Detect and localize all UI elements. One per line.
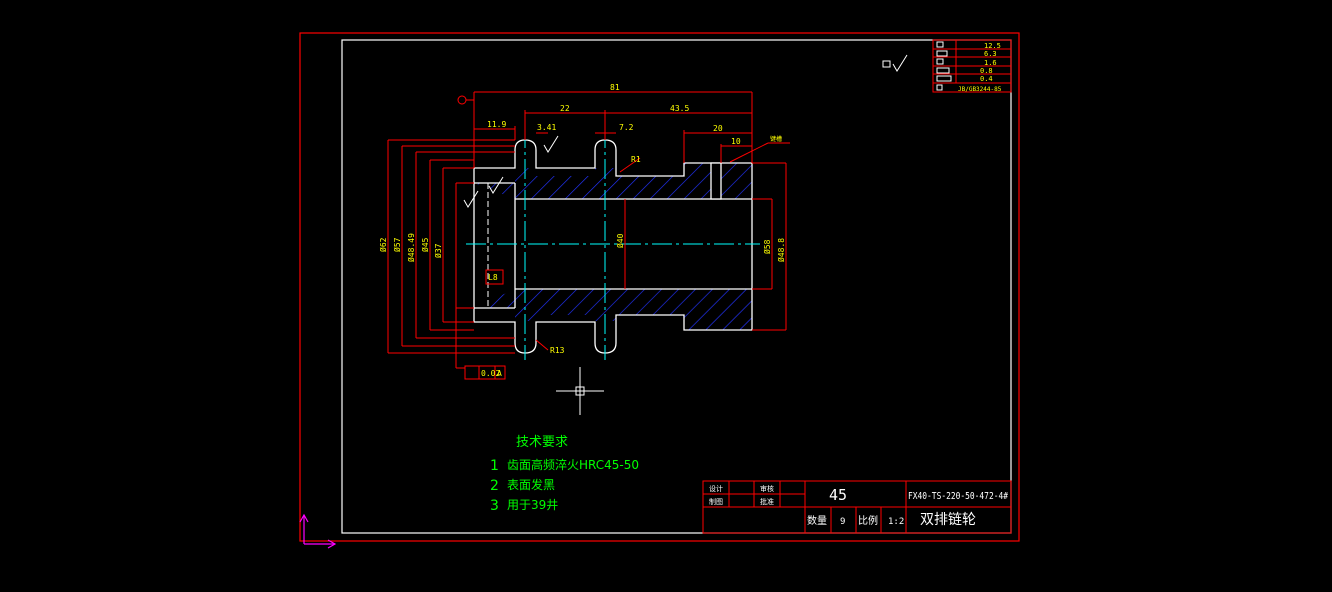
dim-20: 20 — [713, 124, 723, 133]
tech-req-2-num: 2 — [490, 478, 499, 494]
dim-43-5: 43.5 — [670, 104, 689, 113]
rough-val-4: 0.8 — [980, 67, 993, 75]
dim-dia62: Ø62 — [378, 237, 388, 252]
dim-7-2: 7.2 — [619, 123, 634, 132]
tech-req-1-text: 齿面高频淬火HRC45-50 — [507, 457, 639, 472]
dim-dia48-8: Ø48.8 — [776, 238, 786, 262]
drawing-frame — [299, 32, 1020, 542]
dim-dia57: Ø57 — [392, 237, 402, 252]
dimension-texts: 81 22 43.5 11.9 3.41 7.2 20 10 R1 R13 L8… — [378, 83, 786, 378]
section-hatching — [474, 163, 752, 330]
tech-req-3-text: 用于39井 — [507, 498, 558, 512]
cad-drawing-canvas[interactable]: 81 22 43.5 11.9 3.41 7.2 20 10 R1 R13 L8… — [0, 0, 1332, 592]
roughness-table: 12.5 6.3 1.6 0.8 0.4 JB/GB3244-85 — [932, 39, 1012, 93]
tech-req-3-num: 3 — [490, 498, 499, 514]
dim-r13: R13 — [550, 346, 565, 355]
rough-val-2: 6.3 — [984, 50, 997, 58]
dim-dia37: Ø37 — [433, 243, 443, 258]
keyway — [710, 162, 722, 200]
dim-dia45: Ø45 — [420, 237, 430, 252]
tb-qty-value: 9 — [840, 517, 845, 527]
tb-design: 设计 — [709, 484, 723, 493]
tb-part-name: 双排链轮 — [920, 512, 976, 528]
tb-draw: 制图 — [709, 497, 723, 506]
tb-qty-label: 数量 — [807, 514, 827, 527]
tb-check: 审核 — [760, 484, 774, 493]
rough-val-5: 0.4 — [980, 75, 993, 83]
hatch-lower — [474, 289, 752, 330]
dim-81: 81 — [610, 83, 620, 92]
dimension-lines — [387, 91, 790, 380]
dim-dia40: Ø40 — [615, 233, 625, 248]
tb-approve: 批准 — [760, 497, 774, 506]
dim-l8: L8 — [488, 273, 498, 282]
outer-border — [299, 32, 1020, 542]
dim-11-9: 11.9 — [487, 120, 506, 129]
dim-22: 22 — [560, 104, 570, 113]
tb-drawing-no: FX40-TS-220-50-472-4# — [908, 491, 1008, 502]
hatch-upper — [474, 163, 752, 199]
rough-val-6: JB/GB3244-85 — [958, 86, 1002, 93]
dim-dia58: Ø58 — [762, 239, 772, 254]
tech-req-title: 技术要求 — [516, 435, 568, 450]
rough-val-3: 1.6 — [984, 59, 997, 67]
title-block: 设计 审核 制图 批准 45 FX40-TS-220-50-472-4# 数量 … — [702, 480, 1012, 534]
technical-requirements: 技术要求 1 齿面高频淬火HRC45-50 2 表面发黑 3 用于39井 — [490, 435, 639, 514]
leader-note: 键槽 — [770, 135, 782, 143]
tol-datum: A — [497, 369, 502, 378]
tech-req-1-num: 1 — [490, 458, 499, 474]
ucs-icon — [299, 513, 337, 549]
rough-val-1: 12.5 — [984, 42, 1001, 50]
tb-scale-label: 比例 — [858, 514, 878, 527]
dim-3-41: 3.41 — [537, 123, 556, 132]
tb-scale-value: 1:2 — [888, 517, 904, 527]
inner-border — [341, 39, 1012, 534]
dim-10: 10 — [731, 137, 741, 146]
tech-req-2-text: 表面发黑 — [507, 477, 555, 492]
dim-r1: R1 — [631, 155, 641, 164]
dim-dia48-49: Ø48.49 — [406, 233, 416, 262]
tb-material: 45 — [829, 486, 847, 504]
cad-crosshair-cursor[interactable] — [556, 367, 604, 415]
